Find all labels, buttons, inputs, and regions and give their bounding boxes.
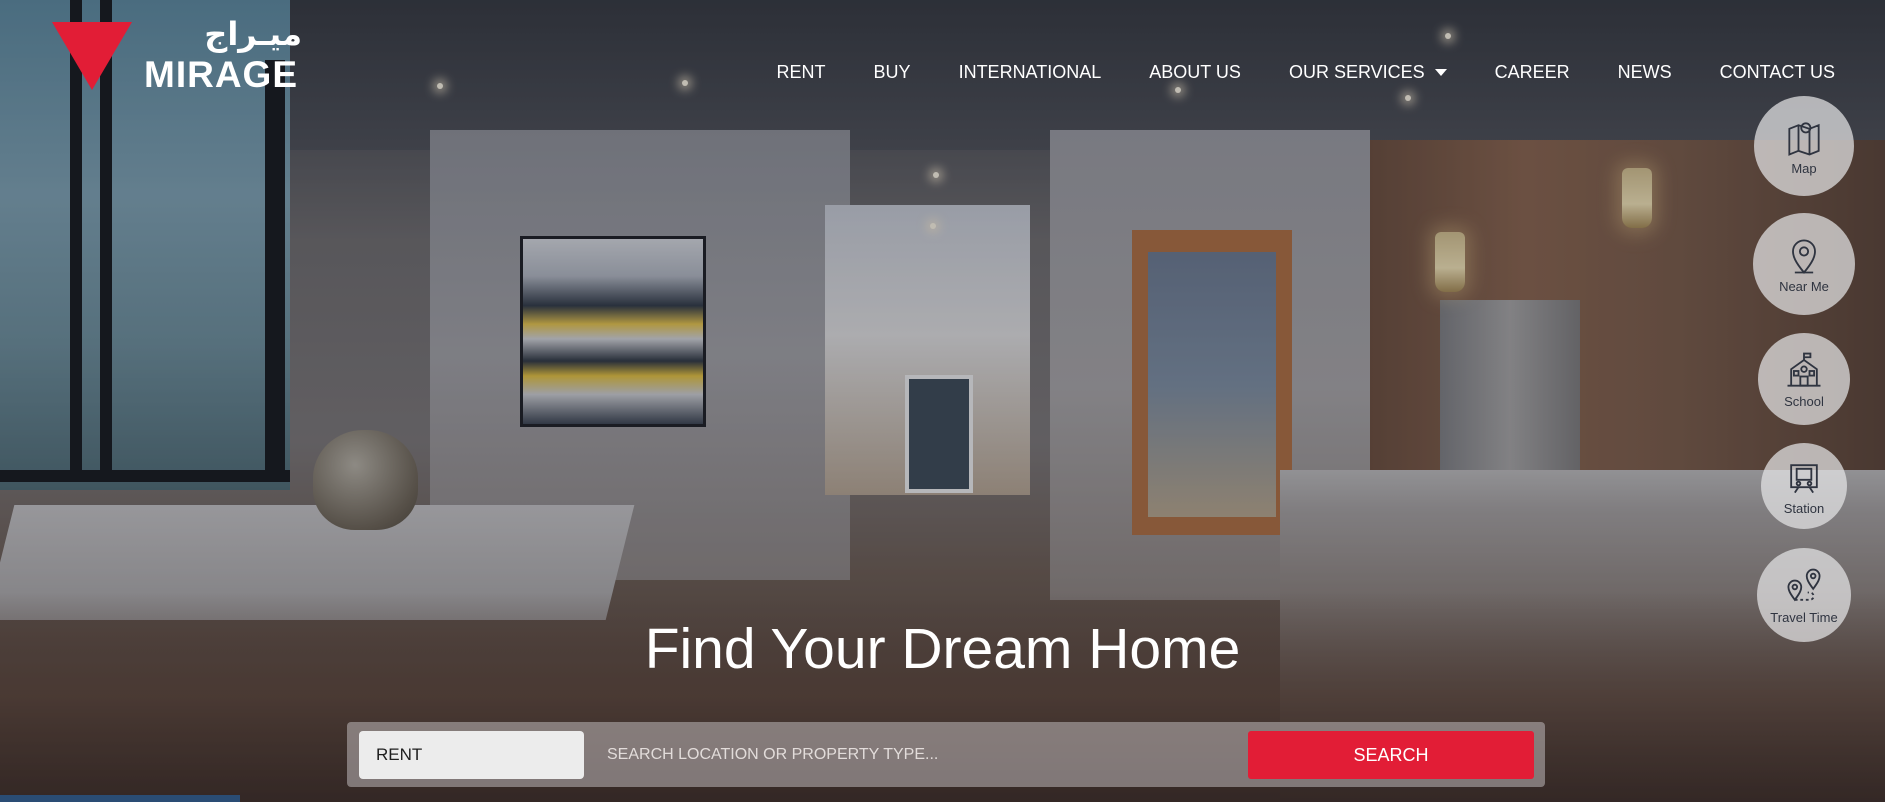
search-input[interactable] xyxy=(595,731,1225,779)
nav-about-us[interactable]: ABOUT US xyxy=(1149,62,1241,83)
travel-time-icon xyxy=(1787,568,1821,602)
map-label: Map xyxy=(1791,161,1817,176)
station-icon xyxy=(1790,464,1818,494)
nav-news[interactable]: NEWS xyxy=(1618,62,1672,83)
station-label: Station xyxy=(1783,501,1825,516)
near-me-label: Near Me xyxy=(1779,279,1829,294)
chevron-down-icon xyxy=(1434,69,1447,76)
logo-english-text: MIRAGE xyxy=(144,54,298,95)
school-button[interactable]: School xyxy=(1758,333,1850,425)
logo-triangle-icon xyxy=(52,22,132,90)
main-navigation: RENT BUY INTERNATIONAL ABOUT US OUR SERV… xyxy=(777,62,1835,83)
map-icon xyxy=(1788,122,1820,156)
nav-buy[interactable]: BUY xyxy=(874,62,911,83)
nav-our-services[interactable]: OUR SERVICES xyxy=(1289,62,1447,83)
school-label: School xyxy=(1784,394,1824,409)
listing-type-select[interactable]: RENT xyxy=(359,731,584,779)
nav-our-services-label: OUR SERVICES xyxy=(1288,62,1425,82)
hero-title: Find Your Dream Home xyxy=(644,617,1241,681)
school-icon xyxy=(1787,352,1821,387)
near-me-button[interactable]: Near Me xyxy=(1753,213,1855,315)
location-pin-icon xyxy=(1792,239,1816,274)
bottom-edge-strip xyxy=(0,795,240,802)
property-search-bar: RENT SEARCH xyxy=(347,722,1545,787)
nav-international[interactable]: INTERNATIONAL xyxy=(959,62,1102,83)
map-button[interactable]: Map xyxy=(1754,96,1854,196)
logo-arabic-text: ميـراج xyxy=(204,16,302,52)
nav-contact-us[interactable]: CONTACT US xyxy=(1720,62,1835,83)
nav-career[interactable]: CAREER xyxy=(1495,62,1570,83)
mirage-logo[interactable]: ميـراج MIRAGE xyxy=(52,16,302,95)
search-button[interactable]: SEARCH xyxy=(1248,731,1534,779)
station-button[interactable]: Station xyxy=(1761,443,1847,529)
nav-rent[interactable]: RENT xyxy=(777,62,826,83)
